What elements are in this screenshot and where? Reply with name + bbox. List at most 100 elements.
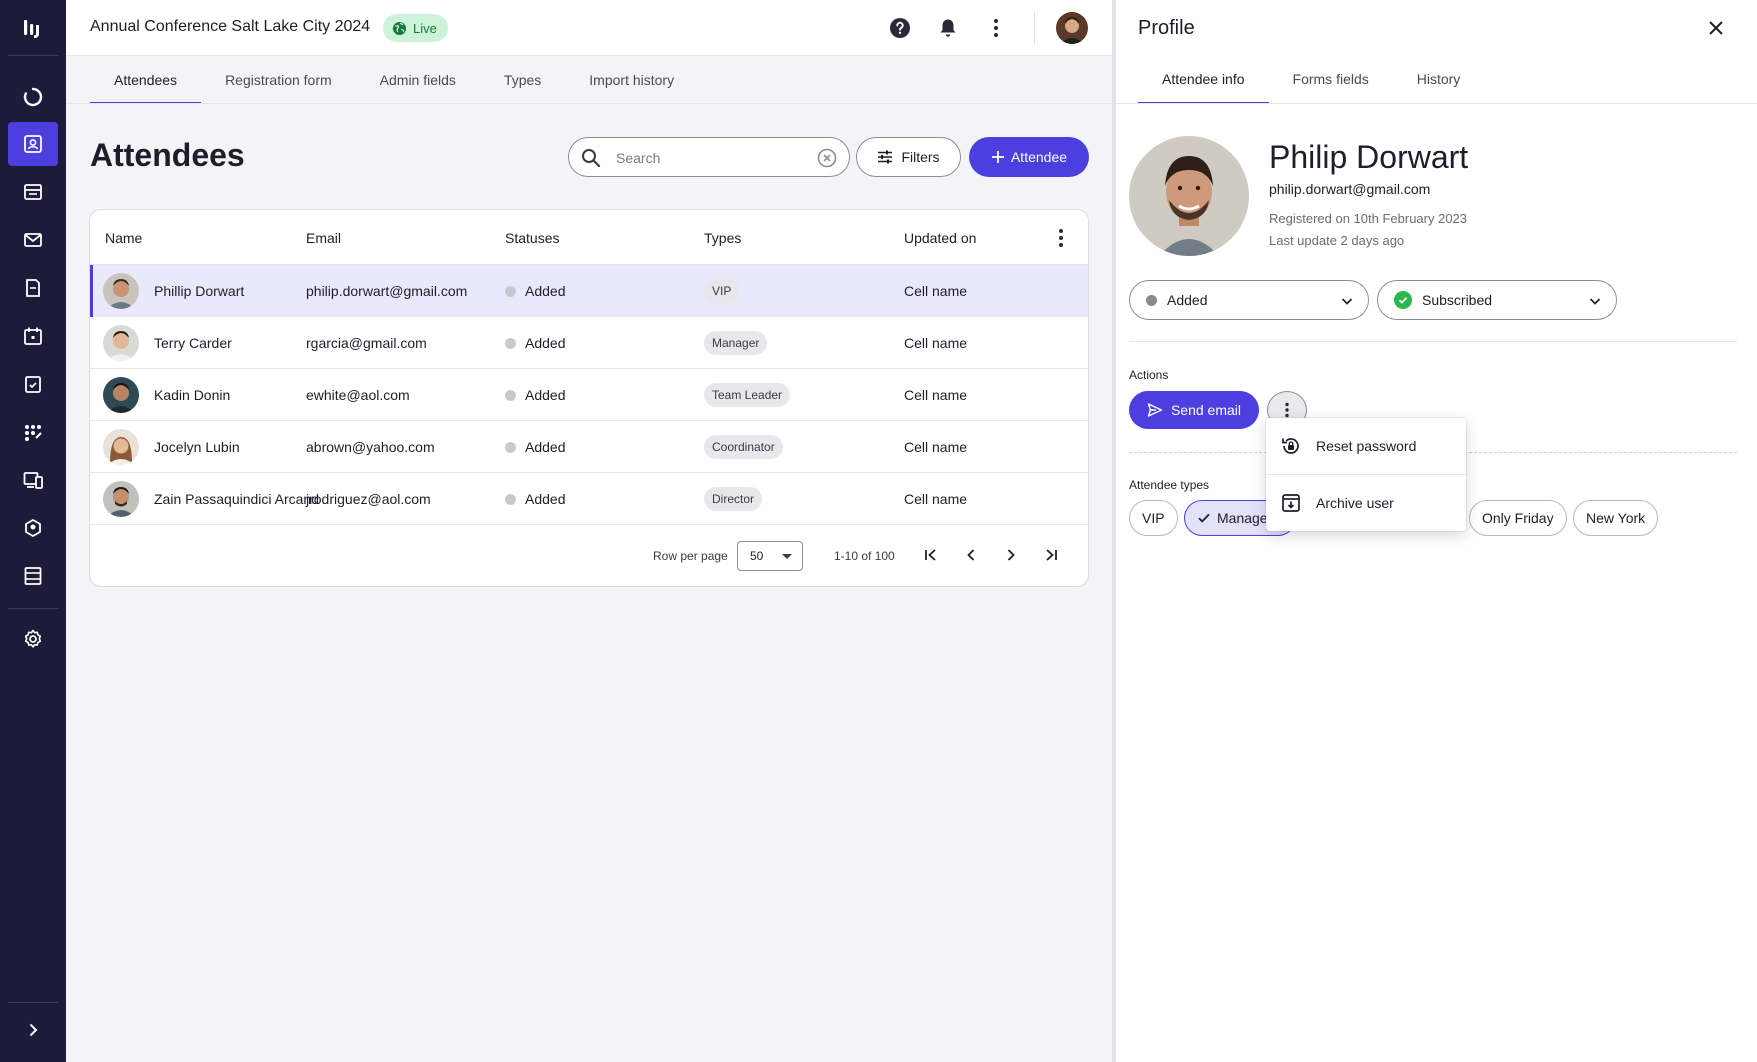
avatar bbox=[103, 429, 139, 465]
status-dot bbox=[505, 493, 516, 505]
user-avatar-image bbox=[1056, 12, 1088, 44]
status-dropdown[interactable]: Added bbox=[1129, 280, 1369, 320]
table-row[interactable]: Zain Passaquindici Arcand jrodriguez@aol… bbox=[90, 473, 1088, 525]
caret-down-icon bbox=[782, 554, 792, 559]
profile-photo bbox=[1129, 136, 1249, 256]
tab-forms-fields[interactable]: Forms fields bbox=[1269, 56, 1393, 102]
bell-icon bbox=[940, 19, 956, 37]
table-row[interactable]: Terry Carder rgarcia@gmail.com Added Man… bbox=[90, 317, 1088, 369]
rail-item-devices[interactable] bbox=[8, 458, 58, 502]
tab-import-history[interactable]: Import history bbox=[565, 56, 698, 104]
first-page-button[interactable] bbox=[919, 543, 943, 567]
subscription-dropdown[interactable]: Subscribed bbox=[1377, 280, 1617, 320]
tab-history[interactable]: History bbox=[1393, 56, 1485, 102]
send-email-button[interactable]: Send email bbox=[1129, 391, 1259, 429]
table-row[interactable]: Jocelyn Lubin abrown@yahoo.com Added Coo… bbox=[90, 421, 1088, 473]
more-options-button[interactable] bbox=[982, 14, 1010, 42]
calendar-icon bbox=[24, 327, 42, 345]
agenda-icon bbox=[24, 184, 42, 200]
rail-item-apps[interactable] bbox=[8, 410, 58, 454]
pagination-range: 1-10 of 100 bbox=[834, 549, 895, 563]
rail-item-agenda[interactable] bbox=[8, 170, 58, 214]
type-chip-new-york[interactable]: New York bbox=[1573, 500, 1659, 536]
rail-item-tasks[interactable] bbox=[8, 362, 58, 406]
status-label: Added bbox=[525, 387, 566, 403]
rail-item-documents[interactable] bbox=[8, 266, 58, 310]
rail-item-mail[interactable] bbox=[8, 218, 58, 262]
search-box bbox=[568, 137, 850, 177]
attendee-name: Phillip Dorwart bbox=[154, 283, 245, 299]
previous-page-button[interactable] bbox=[959, 543, 983, 567]
last-page-button[interactable] bbox=[1039, 543, 1063, 567]
next-page-button[interactable] bbox=[999, 543, 1023, 567]
close-panel-button[interactable] bbox=[1702, 14, 1730, 42]
notifications-button[interactable] bbox=[934, 14, 962, 42]
rail-item-attendees[interactable] bbox=[8, 122, 58, 166]
avatar bbox=[103, 377, 139, 413]
attendee-types-label: Attendee types bbox=[1129, 478, 1210, 492]
status-label: Added bbox=[525, 491, 566, 507]
status-cell: Added bbox=[505, 335, 565, 351]
attendee-email: ewhite@aol.com bbox=[306, 387, 410, 403]
pagination: Row per page 50 1-10 of 100 bbox=[90, 527, 1088, 586]
add-attendee-button[interactable]: Attendee bbox=[969, 137, 1089, 177]
column-header-types[interactable]: Types bbox=[704, 230, 741, 246]
menu-item-reset-password[interactable]: Reset password bbox=[1266, 418, 1466, 474]
actions-dropdown-menu: Reset password Archive user bbox=[1266, 418, 1466, 531]
rows-per-page-select[interactable]: 50 bbox=[737, 541, 803, 571]
rail-item-dashboard[interactable] bbox=[8, 75, 58, 119]
search-input[interactable] bbox=[616, 147, 806, 169]
badge-icon bbox=[25, 518, 41, 538]
live-badge: Live bbox=[383, 14, 448, 42]
status-label: Added bbox=[525, 283, 566, 299]
mail-icon bbox=[24, 233, 42, 247]
app-logo[interactable] bbox=[0, 0, 66, 56]
send-email-label: Send email bbox=[1170, 402, 1242, 418]
type-chip-only-friday[interactable]: Only Friday bbox=[1469, 500, 1567, 536]
clear-search-icon[interactable] bbox=[817, 148, 837, 168]
dashboard-icon bbox=[23, 87, 43, 107]
column-header-statuses[interactable]: Statuses bbox=[505, 230, 559, 246]
help-button[interactable] bbox=[886, 14, 914, 42]
help-icon bbox=[890, 18, 910, 38]
filters-button[interactable]: Filters bbox=[856, 137, 961, 177]
check-circle-icon bbox=[1394, 291, 1412, 309]
tab-registration-form[interactable]: Registration form bbox=[201, 56, 356, 104]
status-dot bbox=[505, 285, 516, 297]
tab-types[interactable]: Types bbox=[480, 56, 565, 104]
type-badge: VIP bbox=[704, 279, 740, 303]
menu-item-archive-user[interactable]: Archive user bbox=[1266, 475, 1466, 531]
attendee-name: Zain Passaquindici Arcand bbox=[154, 491, 319, 507]
tab-attendee-info[interactable]: Attendee info bbox=[1138, 56, 1269, 104]
table-options-button[interactable] bbox=[1049, 226, 1073, 250]
more-vertical-icon bbox=[1059, 229, 1063, 247]
rail-item-layout[interactable] bbox=[8, 554, 58, 598]
table-row[interactable]: Kadin Donin ewhite@aol.com Added Team Le… bbox=[90, 369, 1088, 421]
live-label: Live bbox=[413, 20, 437, 36]
chevron-down-icon bbox=[1589, 298, 1601, 305]
status-dropdown-value: Added bbox=[1167, 292, 1208, 308]
attendee-name: Kadin Donin bbox=[154, 387, 231, 403]
menu-item-label: Archive user bbox=[1316, 495, 1394, 511]
globe-icon bbox=[392, 21, 407, 35]
rail-item-calendar[interactable] bbox=[8, 314, 58, 358]
user-avatar[interactable] bbox=[1056, 12, 1088, 44]
rail-item-badge[interactable] bbox=[8, 506, 58, 550]
column-header-updated-on[interactable]: Updated on bbox=[904, 230, 976, 246]
column-header-email[interactable]: Email bbox=[306, 230, 341, 246]
profile-name: Philip Dorwart bbox=[1269, 139, 1469, 175]
type-badge: Manager bbox=[704, 331, 768, 355]
filters-label: Filters bbox=[901, 149, 940, 165]
tab-admin-fields[interactable]: Admin fields bbox=[356, 56, 480, 104]
table-row[interactable]: Phillip Dorwart philip.dorwart@gmail.com… bbox=[90, 265, 1088, 317]
status-label: Added bbox=[525, 439, 566, 455]
type-chip-vip[interactable]: VIP bbox=[1129, 500, 1178, 536]
subscription-dropdown-value: Subscribed bbox=[1422, 292, 1493, 308]
tab-attendees[interactable]: Attendees bbox=[90, 56, 202, 104]
tasks-icon bbox=[25, 376, 41, 393]
rail-expand-button[interactable] bbox=[8, 1008, 58, 1052]
rail-item-settings[interactable] bbox=[8, 617, 58, 661]
column-header-name[interactable]: Name bbox=[105, 230, 142, 246]
attendees-icon bbox=[24, 135, 42, 153]
profile-tabs: Attendee info Forms fields History bbox=[1138, 56, 1484, 104]
